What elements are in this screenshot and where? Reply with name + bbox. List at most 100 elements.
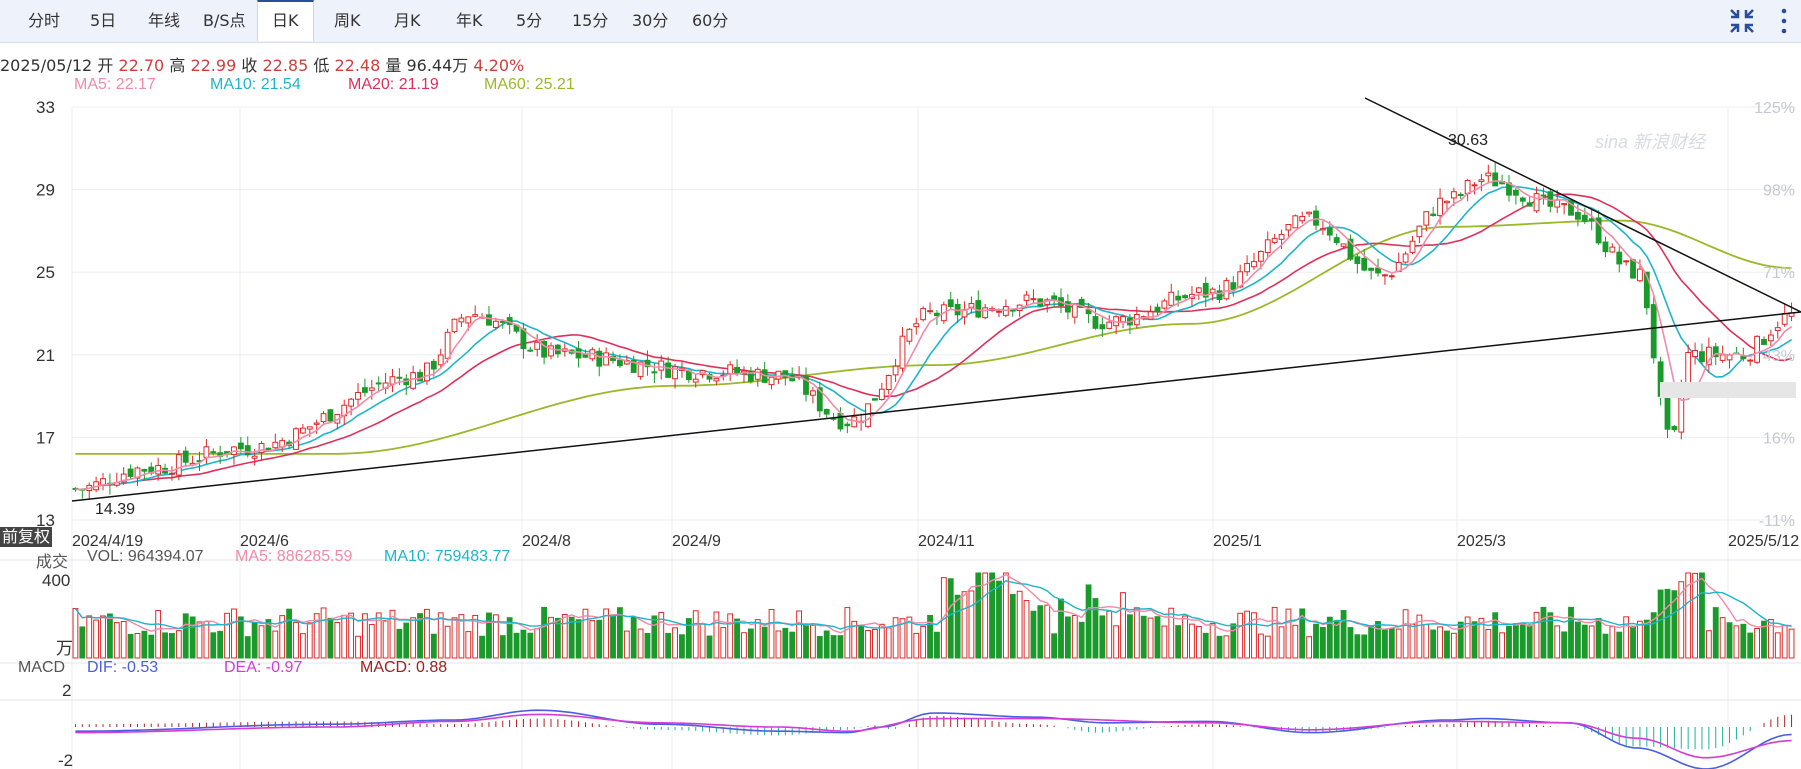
tab-daily-k[interactable]: 日K bbox=[257, 0, 314, 41]
volume-bar bbox=[1740, 623, 1747, 659]
candle-body bbox=[885, 374, 892, 391]
candle-body bbox=[892, 365, 899, 376]
volume-bar bbox=[1051, 633, 1058, 659]
tab-5day[interactable]: 5日 bbox=[90, 0, 116, 42]
volume-bar bbox=[237, 616, 244, 659]
volume-bar bbox=[1285, 608, 1292, 659]
volume-bar bbox=[885, 627, 892, 659]
candle-body bbox=[1354, 256, 1361, 264]
volume-bar bbox=[1402, 609, 1409, 659]
candle-body bbox=[872, 398, 878, 401]
volume-bar bbox=[403, 622, 410, 659]
vol-legend-label: 成交 bbox=[36, 554, 69, 571]
candle-body bbox=[430, 360, 437, 370]
volume-bar bbox=[1333, 621, 1340, 659]
volume-bar bbox=[568, 616, 575, 659]
tab-15min[interactable]: 15分 bbox=[572, 0, 608, 42]
candle-body bbox=[1285, 223, 1292, 231]
candle-body bbox=[368, 387, 375, 391]
adjust-mode-label[interactable]: 前复权 bbox=[0, 527, 53, 547]
candle-body bbox=[1581, 214, 1588, 222]
candle-body bbox=[775, 370, 782, 380]
volume-bar bbox=[761, 626, 768, 659]
volume-bar bbox=[1058, 598, 1064, 659]
tab-yearline[interactable]: 年线 bbox=[148, 0, 180, 42]
candle-body bbox=[1306, 211, 1313, 215]
candle-body bbox=[465, 316, 472, 324]
candle-body bbox=[823, 409, 830, 415]
x-tick-label: 2024/8 bbox=[522, 533, 571, 550]
info-high-label: 高 bbox=[169, 56, 186, 75]
candle-body bbox=[1423, 211, 1430, 226]
volume-bar bbox=[1030, 610, 1037, 659]
volume-bar bbox=[258, 625, 265, 659]
ma10-path bbox=[75, 185, 1793, 491]
candle-body bbox=[1154, 306, 1161, 313]
candle-body bbox=[809, 390, 816, 396]
volume-bar bbox=[1195, 625, 1202, 659]
volume-bar bbox=[1319, 626, 1326, 659]
volume-bar bbox=[1340, 610, 1347, 659]
candle-body bbox=[320, 413, 327, 423]
volume-bar bbox=[561, 613, 568, 659]
volume-bar bbox=[858, 625, 865, 659]
more-vertical-icon[interactable] bbox=[1776, 6, 1792, 36]
candle-body bbox=[1161, 300, 1168, 309]
macd-legend-dea: DEA: -0.97 bbox=[224, 659, 303, 676]
volume-bar bbox=[1568, 606, 1574, 659]
volume-bar bbox=[734, 618, 740, 659]
volume-bar bbox=[1016, 590, 1023, 659]
volume-bar bbox=[1099, 615, 1106, 659]
candle-body bbox=[1223, 280, 1230, 300]
tab-bs-points[interactable]: B/S点 bbox=[203, 0, 246, 42]
tab-yearly-k[interactable]: 年K bbox=[456, 0, 483, 42]
info-low: 22.48 bbox=[334, 56, 381, 75]
candle-body bbox=[1699, 351, 1705, 363]
resistance-trendline bbox=[1364, 97, 1801, 313]
volume-bar bbox=[1595, 617, 1602, 659]
volume-bar bbox=[1637, 620, 1643, 659]
shrink-icon[interactable] bbox=[1727, 6, 1757, 36]
candle-body bbox=[486, 314, 492, 326]
candle-body bbox=[692, 378, 699, 383]
legend-ma60: MA60: 25.21 bbox=[484, 76, 575, 93]
volume-bar bbox=[1271, 606, 1278, 659]
candle-body bbox=[1251, 261, 1257, 268]
candle-body bbox=[306, 426, 313, 430]
tab-30min[interactable]: 30分 bbox=[632, 0, 668, 42]
tab-weekly-k[interactable]: 周K bbox=[334, 0, 361, 42]
high-annotation: 30.63 bbox=[1448, 132, 1488, 149]
volume-bar bbox=[306, 622, 313, 659]
tab-60min[interactable]: 60分 bbox=[692, 0, 728, 42]
candle-body bbox=[1774, 327, 1781, 332]
candle-body bbox=[1588, 218, 1595, 221]
pct-tick-label: 16% bbox=[1763, 430, 1795, 447]
candle-body bbox=[1671, 426, 1678, 431]
gap-band bbox=[1660, 382, 1796, 398]
candle-body bbox=[1602, 241, 1609, 253]
tab-5min[interactable]: 5分 bbox=[516, 0, 542, 42]
volume-bar bbox=[86, 615, 93, 659]
candle-body bbox=[982, 307, 989, 319]
tab-intraday[interactable]: 分时 bbox=[28, 0, 60, 42]
tab-monthly-k[interactable]: 月K bbox=[394, 0, 421, 42]
volume-bar bbox=[968, 590, 975, 659]
volume-bar bbox=[244, 636, 251, 659]
candle-body bbox=[1478, 179, 1485, 183]
sina-watermark: sina 新浪财经 bbox=[1595, 132, 1706, 152]
candle-body bbox=[1209, 288, 1216, 294]
volume-bar bbox=[1140, 615, 1147, 659]
stock-chart[interactable]: 332925211713 125%98%71%43%16%-11% 2024/4… bbox=[0, 0, 1801, 769]
pct-tick-label: 71% bbox=[1763, 265, 1795, 282]
candle-body bbox=[1637, 268, 1643, 282]
info-high: 22.99 bbox=[190, 56, 237, 75]
info-pct: 4.20% bbox=[473, 56, 525, 75]
volume-bar bbox=[1499, 632, 1506, 659]
volume-bar bbox=[534, 628, 541, 659]
volume-bar bbox=[293, 621, 299, 659]
candle-body bbox=[596, 350, 603, 367]
volume-bar bbox=[79, 626, 86, 659]
volume-bar bbox=[1705, 630, 1712, 659]
info-open: 22.70 bbox=[118, 56, 165, 75]
volume-bar bbox=[934, 631, 940, 659]
